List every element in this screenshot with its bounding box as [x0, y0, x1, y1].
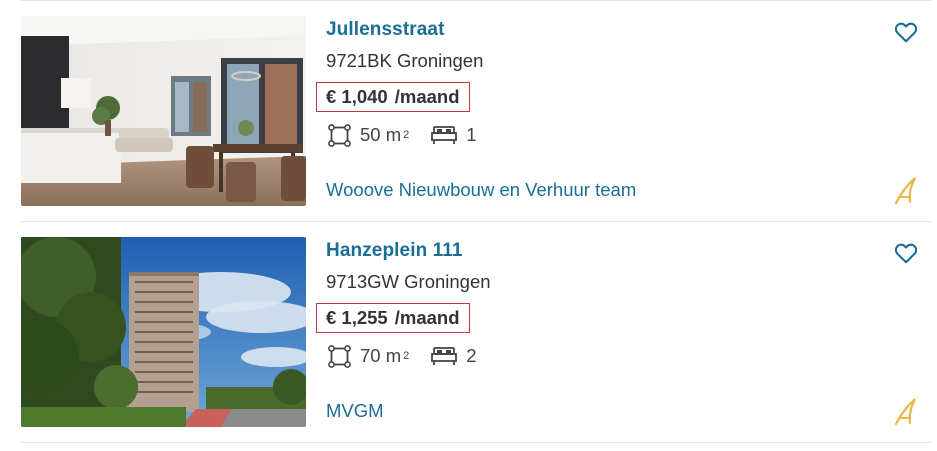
listing-address: 9721BK Groningen: [326, 50, 484, 71]
floor-area-icon: [328, 123, 351, 147]
bedrooms-count: 1: [466, 124, 477, 145]
listing-features: 50 m2 1: [328, 122, 477, 148]
heart-outline-icon[interactable]: [893, 19, 919, 45]
listing-price: € 1,255: [326, 307, 388, 328]
listing-address: 9713GW Groningen: [326, 271, 491, 292]
area-feature: 70 m2: [328, 344, 410, 368]
floor-area-icon: [328, 344, 351, 368]
listing-features: 70 m2 2: [328, 343, 477, 369]
bedrooms-count: 2: [466, 345, 477, 366]
agent-logo-icon: [893, 175, 919, 205]
area-value: 50 m: [360, 124, 402, 145]
listing-price-unit: /maand: [394, 307, 460, 328]
bedrooms-feature: 1: [431, 124, 477, 146]
listing-price: € 1,040: [326, 86, 388, 107]
listing-title-link[interactable]: Hanzeplein 111: [326, 239, 463, 263]
area-unit-superscript: 2: [403, 129, 410, 141]
area-unit-superscript: 2: [403, 350, 410, 362]
listing-card[interactable]: Jullensstraat 9721BK Groningen € 1,040 /…: [0, 0, 937, 222]
bedrooms-feature: 2: [431, 345, 477, 367]
agent-logo-icon: [893, 396, 919, 426]
area-value: 70 m: [360, 345, 402, 366]
bottom-divider: [21, 442, 931, 443]
listing-photo-building[interactable]: [21, 237, 306, 427]
bed-icon: [431, 347, 458, 365]
listing-card[interactable]: Hanzeplein 111 9713GW Groningen € 1,255 …: [0, 221, 937, 443]
listing-price-unit: /maand: [394, 86, 460, 107]
agent-name-link[interactable]: Wooove Nieuwbouw en Verhuur team: [326, 178, 636, 202]
agent-name-link[interactable]: MVGM: [326, 399, 384, 423]
bed-icon: [431, 126, 458, 144]
listing-title-link[interactable]: Jullensstraat: [326, 18, 445, 42]
heart-outline-icon[interactable]: [893, 240, 919, 266]
price-highlight-box: € 1,255 /maand: [316, 303, 470, 333]
price-highlight-box: € 1,040 /maand: [316, 82, 470, 112]
listing-photo-interior[interactable]: [21, 16, 306, 206]
area-feature: 50 m2: [328, 123, 410, 147]
